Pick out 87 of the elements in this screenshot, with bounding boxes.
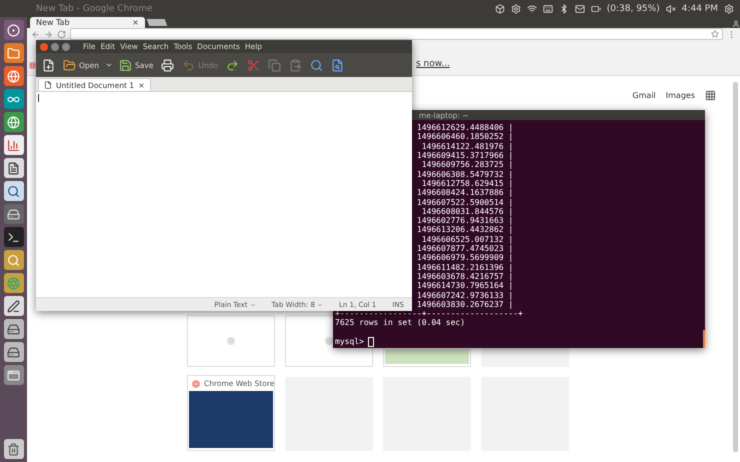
bluetooth-icon[interactable] <box>558 4 569 14</box>
table-border: +-----------------+-------------------+ <box>335 309 524 318</box>
new-tab-button[interactable] <box>146 19 168 26</box>
terminal-line: 1496614122.481976 | <box>420 142 514 152</box>
globe-icon[interactable] <box>4 112 24 132</box>
maximize-button[interactable] <box>62 42 70 50</box>
dash-icon[interactable] <box>4 20 24 40</box>
battery-status[interactable]: (0:38, 95%) <box>606 4 660 14</box>
terminal-line: 1496609756.283725 | <box>420 160 514 170</box>
keyboard-icon[interactable] <box>542 4 553 14</box>
browser-tab[interactable]: New Tab <box>30 17 145 28</box>
cursor <box>368 337 374 347</box>
clock[interactable]: 4:44 PM <box>682 4 718 14</box>
site-tile[interactable] <box>187 315 275 367</box>
header-link[interactable]: Images <box>666 91 695 100</box>
terminal-line: 1496611482.2161396 | <box>416 262 514 272</box>
infinity-icon[interactable] <box>4 89 24 109</box>
magnifier-icon[interactable] <box>4 250 24 270</box>
forward-icon[interactable] <box>44 30 53 38</box>
terminal-line: 1496603678.4216757 | <box>416 272 514 282</box>
terminal-line: 1496603830.2676237 | <box>416 300 514 310</box>
redo-arrow-icon <box>226 58 240 72</box>
apps-icon[interactable] <box>705 90 716 101</box>
scrollbar[interactable] <box>733 82 738 452</box>
close-icon[interactable] <box>132 19 139 26</box>
wifi-icon[interactable] <box>526 4 537 14</box>
gear-icon[interactable] <box>510 4 521 14</box>
text-cursor <box>38 94 39 102</box>
terminal-line: 1496613206.4432862 | <box>416 225 514 235</box>
new-document-icon <box>42 58 55 72</box>
mail-icon[interactable] <box>574 4 585 14</box>
terminal-line: 1496606525.007132 | <box>420 234 514 244</box>
window-title: New Tab - Google Chrome <box>36 4 153 14</box>
document-icon <box>44 81 52 89</box>
minimize-button[interactable] <box>51 42 59 50</box>
print-button[interactable] <box>159 58 176 72</box>
magnifier-icon[interactable] <box>4 181 24 201</box>
terminal-line: 1496607877.4745023 | <box>416 244 514 254</box>
terminal-line: 1496607522.5900514 | <box>416 198 514 207</box>
site-tile[interactable] <box>383 349 471 367</box>
folder-icon[interactable] <box>4 43 24 63</box>
terminal-line: 1496612629.4488406 | <box>416 123 514 132</box>
window-icon[interactable] <box>4 365 24 385</box>
box-icon[interactable] <box>494 4 505 14</box>
back-icon[interactable] <box>31 30 40 38</box>
terminal-line: 1496608031.844576 | <box>420 206 514 216</box>
close-button[interactable] <box>40 42 48 50</box>
terminal-line: 1496612758.629415 | <box>420 178 514 188</box>
terminal-line: 1496607242.9736133 | <box>416 290 514 300</box>
star-icon[interactable] <box>711 30 719 38</box>
drive-icon[interactable] <box>4 342 24 362</box>
bookmark-link[interactable]: s now... <box>416 59 450 69</box>
terminal-line: 1496602776.9431663 | <box>416 216 514 226</box>
terminal-line: 1496606979.5699909 | <box>416 253 514 263</box>
search-icon <box>310 58 324 72</box>
terminal-line: 1496608424.1637886 | <box>416 188 514 198</box>
terminal-line: 1496614730.7965164 | <box>416 281 514 291</box>
user-icon[interactable] <box>732 20 740 28</box>
caret-icon[interactable] <box>105 61 114 69</box>
scroll-marker <box>703 330 705 348</box>
document-icon[interactable] <box>4 158 24 178</box>
header-link[interactable]: Gmail <box>632 91 656 100</box>
terminal-line: 7625 rows in set (0.04 sec) <box>335 318 466 328</box>
apps-icon[interactable] <box>29 62 36 69</box>
terminal-icon[interactable] <box>4 227 24 247</box>
battery-icon[interactable] <box>590 4 601 14</box>
settings-icon[interactable] <box>724 4 734 14</box>
file-search-icon <box>331 58 344 72</box>
globe-icon[interactable] <box>4 66 24 86</box>
aperture-icon <box>192 380 200 388</box>
terminal-line: 1496606460.1850252 | <box>416 132 514 142</box>
prompt: mysql> <box>335 337 364 347</box>
terminal-line: 1496609415.3717966 | <box>416 151 514 160</box>
copy-icon <box>268 58 282 72</box>
pen-icon[interactable] <box>4 296 24 316</box>
chart-icon[interactable] <box>4 135 24 155</box>
undo-arrow-icon <box>182 58 196 72</box>
clipboard-icon <box>289 58 302 72</box>
scissors-icon <box>247 58 260 72</box>
printer-icon <box>161 58 174 72</box>
trash-icon[interactable] <box>4 439 24 459</box>
volume-muted-icon[interactable] <box>666 4 676 14</box>
close-icon[interactable] <box>138 82 146 88</box>
terminal-line: 1496606308.5479732 | <box>416 170 514 179</box>
folder-icon <box>63 58 76 72</box>
reload-icon[interactable] <box>57 30 66 38</box>
drive-icon[interactable] <box>4 319 24 339</box>
